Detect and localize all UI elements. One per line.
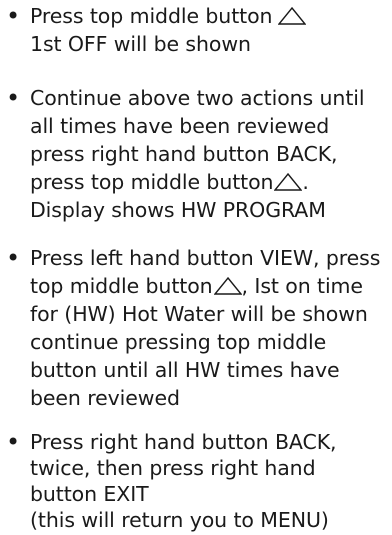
instruction-line: (this will return you to MENU) (30, 508, 329, 532)
bullet-point: • (6, 2, 21, 30)
bullet-point: • (6, 84, 21, 112)
triangle-up-icon (274, 173, 303, 191)
instruction-line: been reviewed (30, 386, 180, 410)
bullet-point: • (6, 428, 21, 456)
instruction-line: twice, then press right hand (30, 456, 316, 480)
instruction-line: button until all HW times have (30, 358, 340, 382)
triangle-up-icon (213, 277, 242, 295)
triangle-up-icon (278, 7, 307, 25)
instruction-line: top middle button, Ist on time (30, 274, 363, 298)
instruction-line: Display shows HW PROGRAM (30, 198, 326, 222)
instruction-line: continue pressing top middle (30, 330, 327, 354)
instruction-line: 1st OFF will be shown (30, 32, 251, 56)
instruction-line: for (HW) Hot Water will be shown (30, 302, 368, 326)
instruction-line: all times have been reviewed (30, 114, 330, 138)
instruction-line: press top middle button. (30, 170, 309, 194)
instruction-line: button EXIT (30, 482, 149, 506)
instruction-line: Press right hand button BACK, (30, 430, 337, 454)
instruction-line: Press top middle button (30, 2, 307, 30)
bullet-point: • (6, 244, 21, 272)
instruction-line: Press left hand button VIEW, press (30, 246, 381, 270)
instruction-line: press right hand button BACK, (30, 142, 338, 166)
instruction-line: Continue above two actions until (30, 86, 365, 110)
